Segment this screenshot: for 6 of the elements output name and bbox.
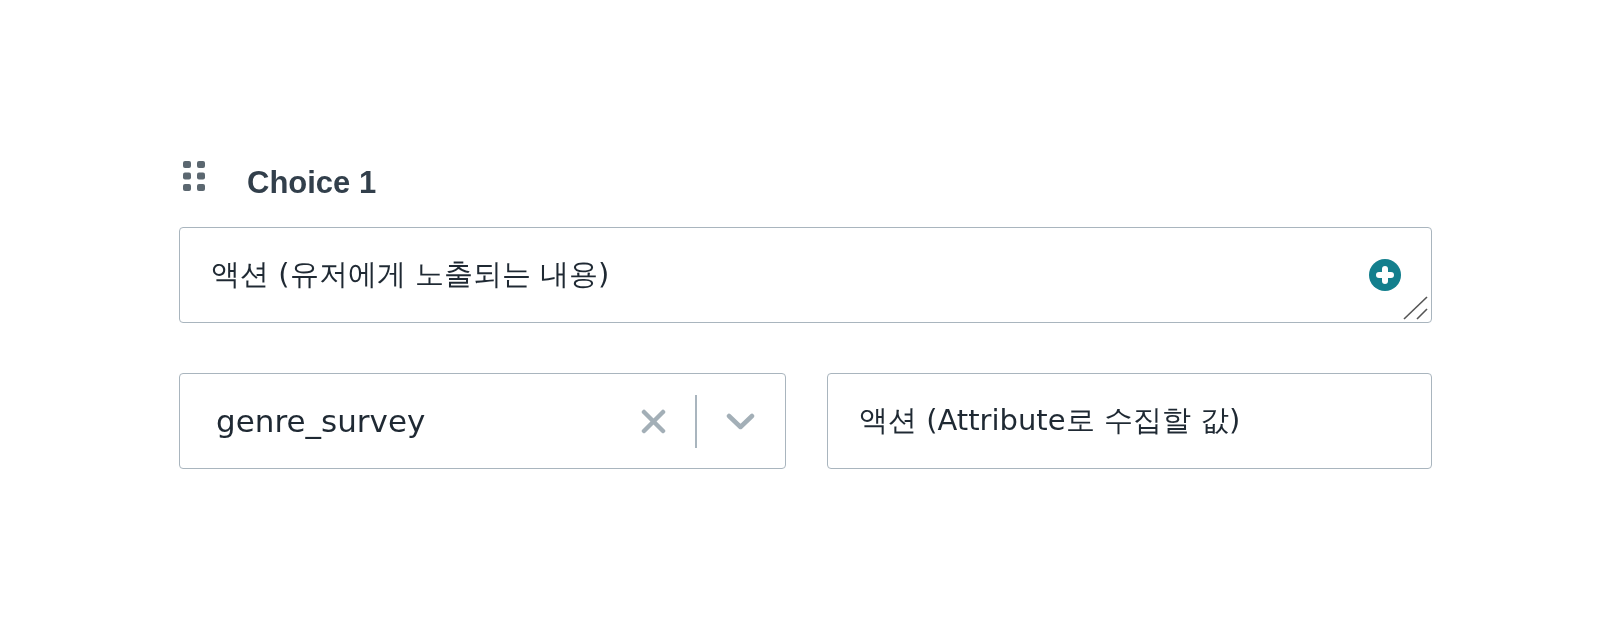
plus-circle-icon[interactable]	[1369, 259, 1401, 291]
value-input[interactable]: 액션 (Attribute로 수집할 값)	[827, 373, 1432, 469]
choice-title: Choice 1	[247, 165, 377, 201]
drag-handle-icon[interactable]	[183, 161, 205, 191]
message-textarea[interactable]: 액션 (유저에게 노출되는 내용)	[179, 227, 1432, 323]
resize-handle-icon[interactable]	[1403, 296, 1428, 320]
